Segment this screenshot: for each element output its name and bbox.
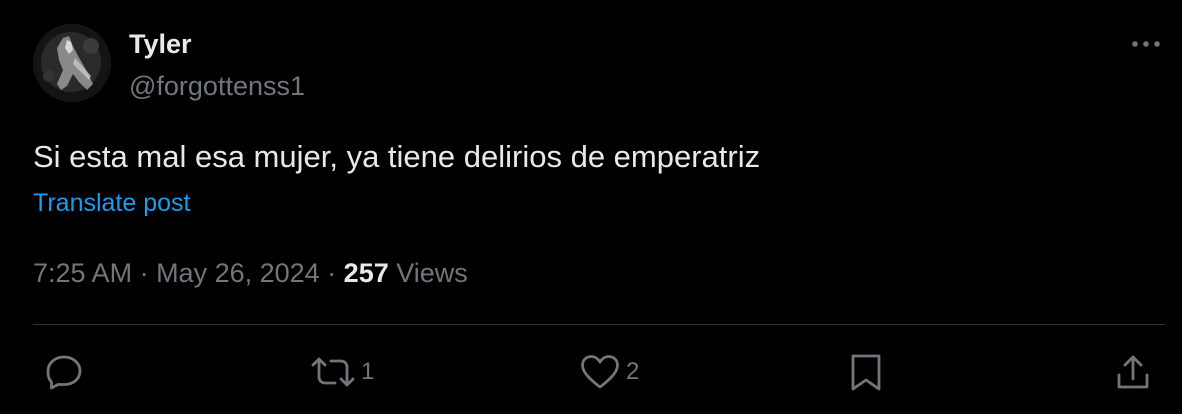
post-text: Si esta mal esa mujer, ya tiene delirios… xyxy=(33,139,761,174)
username-handle[interactable]: @forgottenss1 xyxy=(129,70,305,102)
bookmark-button[interactable] xyxy=(849,352,883,392)
reply-icon xyxy=(45,354,83,390)
views-label: Views xyxy=(388,258,468,288)
more-options-button[interactable] xyxy=(1130,30,1162,58)
share-button[interactable] xyxy=(1115,352,1151,392)
post-metadata: 7:25 AM · May 26, 2024 · 257 Views xyxy=(33,256,468,290)
repost-icon xyxy=(311,355,355,389)
repost-count: 1 xyxy=(361,358,375,385)
heart-icon xyxy=(580,354,620,390)
like-button[interactable]: 2 xyxy=(580,352,639,392)
translate-post-link[interactable]: Translate post xyxy=(33,188,190,218)
meta-separator: · xyxy=(132,258,157,288)
more-dots-icon xyxy=(1131,40,1161,48)
post-date[interactable]: May 26, 2024 xyxy=(156,258,320,288)
display-name[interactable]: Tyler xyxy=(129,28,192,60)
repost-button[interactable]: 1 xyxy=(311,352,374,392)
avatar-image xyxy=(33,24,111,102)
avatar[interactable] xyxy=(33,24,111,102)
reply-button[interactable] xyxy=(45,352,89,392)
like-count: 2 xyxy=(626,358,640,385)
post-time[interactable]: 7:25 AM xyxy=(33,258,132,288)
share-icon xyxy=(1115,353,1151,391)
divider xyxy=(33,324,1165,325)
views-count: 257 xyxy=(343,258,389,288)
meta-separator: · xyxy=(319,258,344,288)
bookmark-icon xyxy=(849,352,883,392)
